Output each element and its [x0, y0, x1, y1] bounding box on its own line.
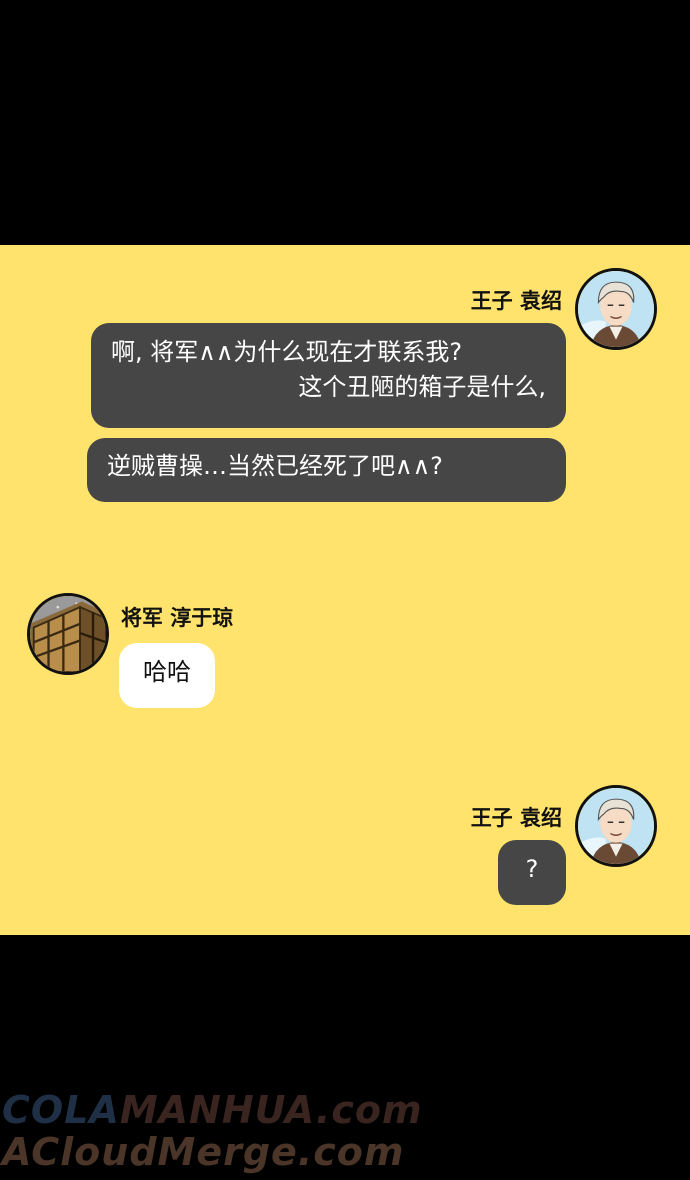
- crate-image-icon: [30, 596, 106, 672]
- yuanshao-avatar[interactable]: [575, 268, 657, 350]
- message-text: 逆贼曹操…当然已经死了吧∧∧?: [107, 452, 443, 480]
- sender-name-yuanshao: 王子 袁绍: [470, 806, 562, 830]
- message-bubble: 逆贼曹操…当然已经死了吧∧∧?: [87, 438, 566, 502]
- portrait-icon: [578, 788, 654, 864]
- message-text: 这个丑陋的箱子是什么,: [298, 372, 546, 401]
- sender-name-yuanshao: 王子 袁绍: [470, 289, 562, 313]
- message-bubble: ?: [498, 840, 566, 905]
- message-bubble: 啊, 将军∧∧为什么现在才联系我? 这个丑陋的箱子是什么,: [91, 323, 566, 428]
- message-text: ?: [525, 855, 539, 883]
- chunyuqiong-avatar[interactable]: [27, 593, 109, 675]
- message-text: 啊, 将军∧∧为什么现在才联系我?: [111, 338, 463, 366]
- watermark-text: MANHUA.com: [119, 1088, 423, 1132]
- watermark-acloudmerge: ACloudMerge.com: [2, 1130, 405, 1174]
- chat-panel: 王子 袁绍 啊, 将军∧∧为什么现在才联系我? 这个丑陋的箱子是什么, 逆贼曹操…: [0, 245, 690, 935]
- watermark-text: COLA: [2, 1088, 120, 1132]
- message-text: 哈哈: [143, 658, 191, 686]
- message-bubble: 哈哈: [119, 643, 215, 708]
- portrait-icon: [578, 271, 654, 347]
- yuanshao-avatar[interactable]: [575, 785, 657, 867]
- watermark-colamanhua: COLAMANHUA.com: [2, 1088, 423, 1132]
- sender-name-chunyuqiong: 将军 淳于琼: [121, 606, 234, 630]
